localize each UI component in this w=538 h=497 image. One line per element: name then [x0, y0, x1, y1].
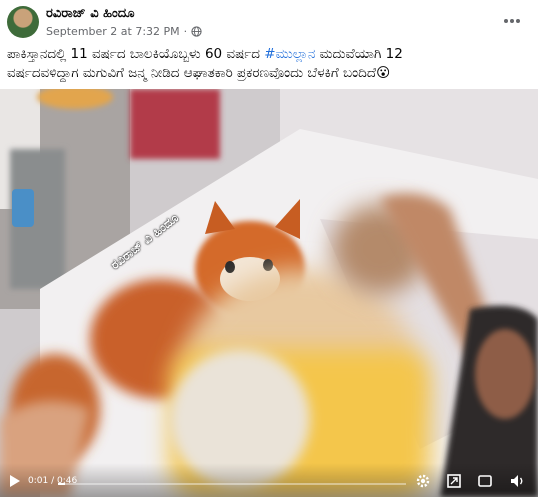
settings-button[interactable] — [414, 472, 432, 490]
more-options-icon — [504, 19, 520, 23]
post-meta: September 2 at 7:32 PM · — [46, 25, 202, 38]
caption-line-1: ಪಾಕಿಸ್ತಾನದಲ್ಲಿ 11 ವರ್ಷದ ಬಾಲಕಿಯೊಬ್ಬಳು 60 … — [7, 45, 531, 64]
author-avatar[interactable] — [7, 6, 39, 38]
play-button[interactable] — [6, 472, 24, 490]
video-controls: 0:01 / 0:46 — [0, 463, 538, 497]
volume-button[interactable] — [509, 472, 527, 490]
post-caption: ಪಾಕಿಸ್ತಾನದಲ್ಲಿ 11 ವರ್ಷದ ಬಾಲಕಿಯೊಬ್ಬಳು 60 … — [7, 45, 531, 83]
progress-fill — [58, 483, 65, 485]
meta-separator: · — [183, 25, 188, 38]
video-frame — [0, 89, 538, 497]
post-timestamp[interactable]: September 2 at 7:32 PM — [46, 25, 180, 38]
settings-gear-icon — [416, 474, 430, 488]
fullscreen-icon — [478, 475, 492, 487]
expand-button[interactable] — [445, 472, 463, 490]
caption-line-1-suffix: ಮದುವೆಯಾಗಿ 12 — [315, 46, 403, 62]
expand-icon — [447, 474, 461, 488]
volume-icon — [511, 475, 523, 487]
progress-bar[interactable] — [58, 483, 406, 485]
play-icon — [10, 475, 20, 487]
caption-line-1-prefix: ಪಾಕಿಸ್ತಾನದಲ್ಲಿ 11 ವರ್ಷದ ಬಾಲಕಿಯೊಬ್ಬಳು 60 … — [7, 46, 265, 62]
caption-hashtag[interactable]: #ಮುಲ್ಲಾನ — [264, 46, 315, 62]
post-header: ರವಿರಾಜ್ ವಿ ಹಿಂದೂ September 2 at 7:32 PM … — [0, 0, 538, 44]
author-name[interactable]: ರವಿರಾಜ್ ವಿ ಹಿಂದೂ — [46, 6, 135, 21]
caption-line-2: ವರ್ಷದವಳಿದ್ದಾಗ ಮಗುವಿಗೆ ಜನ್ಮ ನೀಡಿದ ಆಘಾತಕಾರ… — [7, 65, 391, 81]
fullscreen-button[interactable] — [476, 472, 494, 490]
facebook-post: ರವಿರಾಜ್ ವಿ ಹಿಂದೂ September 2 at 7:32 PM … — [0, 0, 538, 497]
globe-icon — [191, 26, 202, 37]
more-options-button[interactable] — [500, 10, 524, 32]
video-player[interactable]: ರವಿರಾಜ್ ವಿ ಹಿಂದೂ 0:01 / 0:46 — [0, 89, 538, 497]
